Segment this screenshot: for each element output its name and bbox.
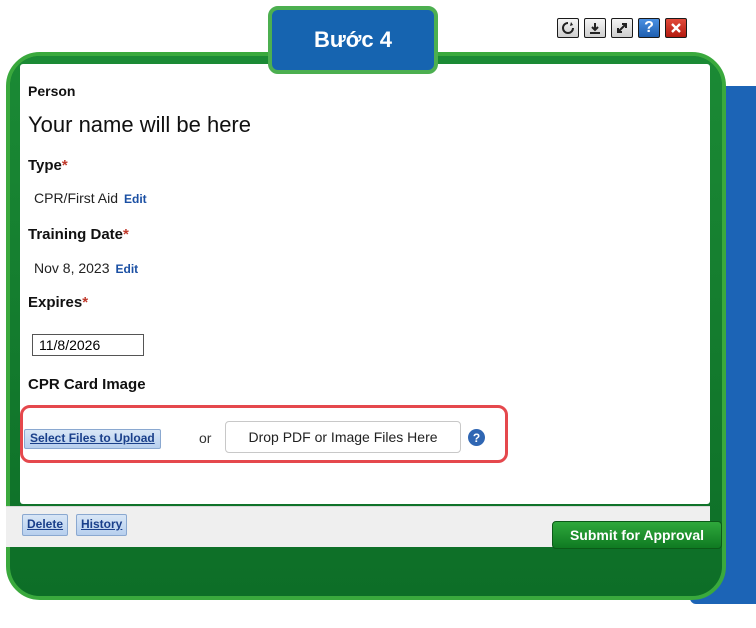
window-toolbar: ? [557,18,687,38]
file-drop-zone[interactable]: Drop PDF or Image Files Here [225,421,461,453]
expires-label-text: Expires [28,294,83,311]
required-mark: * [61,157,68,174]
window-title: CPR Card [34,22,157,52]
type-value: CPR/First Aid [34,190,119,206]
expires-input[interactable] [32,334,144,356]
training-date-label: Training Date* [28,226,129,243]
type-label-text: Type [28,157,62,174]
expires-label: Expires* [28,294,88,311]
or-text: or [199,430,212,446]
refresh-icon[interactable] [557,18,579,38]
training-date-edit-link[interactable]: Edit [116,262,139,276]
person-label: Person [28,83,76,99]
step-badge: Bước 4 [268,6,438,74]
training-date-value: Nov 8, 2023 [34,260,110,276]
help-icon[interactable]: ? [638,18,660,38]
resize-icon[interactable] [611,18,633,38]
type-label: Type* [28,157,68,174]
submit-for-approval-button[interactable]: Submit for Approval [552,521,722,549]
type-edit-link[interactable]: Edit [124,192,147,206]
download-icon[interactable] [584,18,606,38]
history-button[interactable]: History [76,514,128,536]
card-image-label: CPR Card Image [28,376,146,393]
training-date-row: Nov 8, 2023 Edit [34,260,138,276]
required-mark: * [123,226,129,243]
question-icon[interactable]: ? [468,429,485,446]
required-mark: * [82,294,89,311]
type-value-row: CPR/First Aid Edit [34,190,147,206]
training-date-label-text: Training Date [28,226,124,243]
delete-button[interactable]: Delete [22,514,69,536]
select-files-button[interactable]: Select Files to Upload [24,429,161,449]
person-name: Your name will be here [28,112,251,137]
close-icon[interactable] [665,18,687,38]
